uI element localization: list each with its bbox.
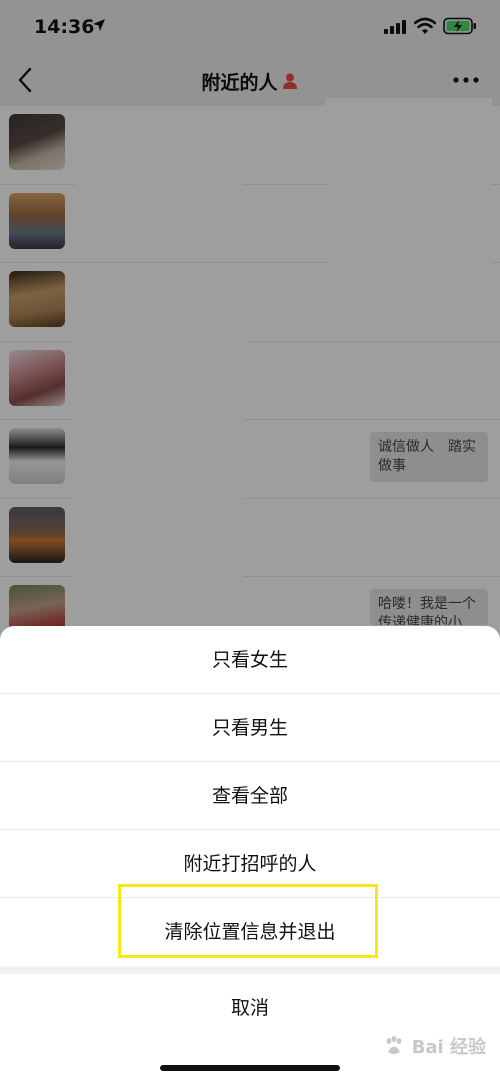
action-sheet: 只看女生 只看男生 查看全部 附近打招呼的人 清除位置信息并退出 取消: [0, 626, 500, 1083]
paw-logo-icon: [387, 1036, 402, 1054]
option-female-only[interactable]: 只看女生: [0, 626, 500, 694]
watermark: Bai 经验: [383, 1033, 486, 1059]
option-view-all[interactable]: 查看全部: [0, 762, 500, 830]
watermark-text: Bai 经验: [411, 1037, 486, 1058]
sheet-separator: [0, 966, 500, 974]
option-male-only[interactable]: 只看男生: [0, 694, 500, 762]
highlight-box: [118, 884, 378, 958]
cancel-button[interactable]: 取消: [0, 974, 500, 1042]
home-indicator[interactable]: [160, 1065, 340, 1071]
